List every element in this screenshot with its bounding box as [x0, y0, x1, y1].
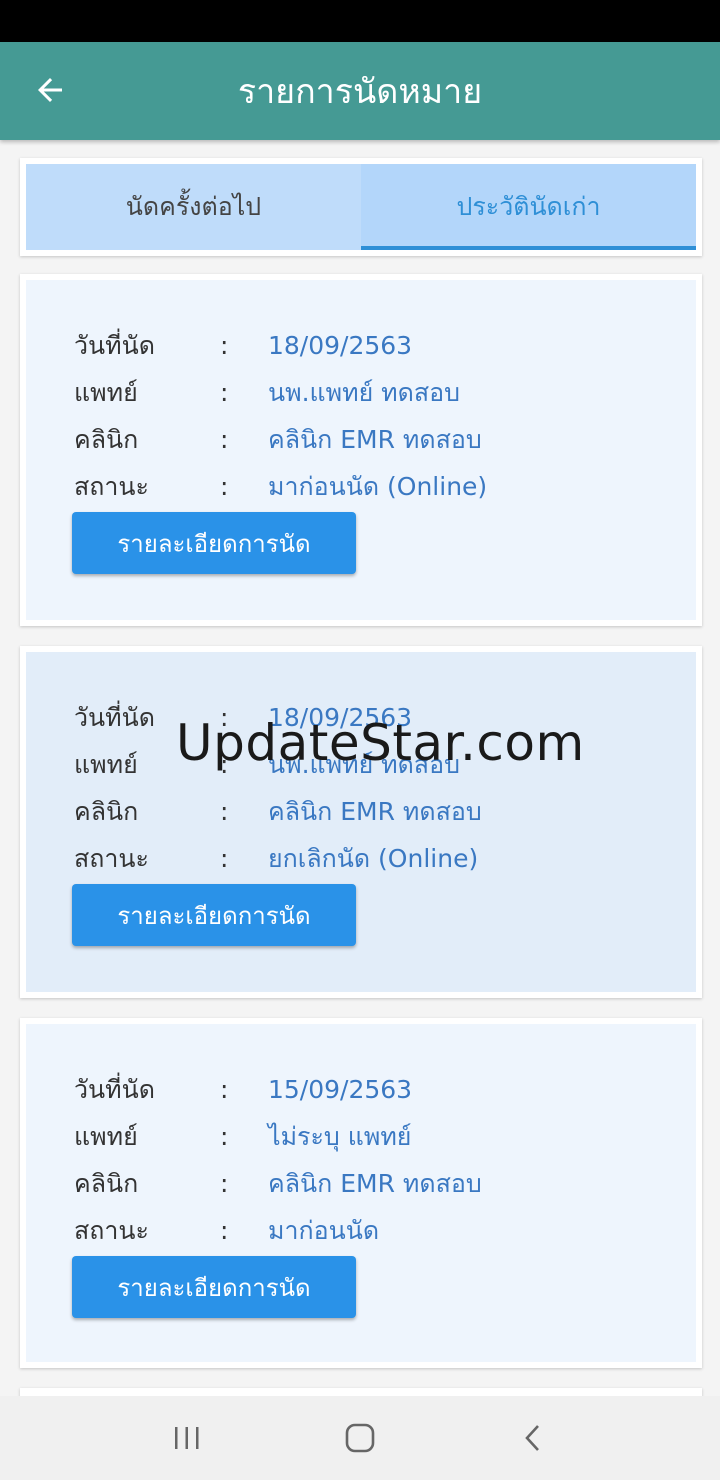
clinic-label: คลินิก [74, 1168, 139, 1198]
status-value: มาก่อนนัด (Online) [268, 471, 488, 501]
status-label: สถานะ [74, 843, 149, 873]
date-row: วันที่นัด : 18/09/2563 [74, 322, 696, 369]
recents-button[interactable] [157, 1408, 217, 1468]
recents-icon [174, 1427, 199, 1449]
arrow-left-icon [38, 78, 62, 102]
clinic-label: คลินิก [74, 796, 139, 826]
status-row: สถานะ : มาก่อนนัด (Online) [74, 463, 696, 510]
status-value: มาก่อนนัด [268, 1215, 380, 1245]
app-bar: รายการนัดหมาย [0, 42, 720, 140]
status-row: สถานะ : มาก่อนนัด [74, 1207, 696, 1254]
clinic-value: คลินิก EMR ทดสอบ [268, 796, 482, 826]
date-label: วันที่นัด [74, 330, 155, 360]
doctor-row: แพทย์ : นพ.แพทย์ ทดสอบ [74, 369, 696, 416]
separator: : [220, 1216, 229, 1245]
separator: : [220, 331, 229, 360]
appointment-detail-button[interactable]: รายละเอียดการนัด [72, 1256, 356, 1318]
doctor-value: นพ.แพทย์ ทดสอบ [268, 377, 461, 407]
separator: : [220, 472, 229, 501]
date-label: วันที่นัด [74, 1074, 155, 1104]
tab-upcoming[interactable]: นัดครั้งต่อไป [26, 164, 361, 250]
clinic-row: คลินิก : คลินิก EMR ทดสอบ [74, 416, 696, 463]
date-row: วันที่นัด : 15/09/2563 [74, 1066, 696, 1113]
separator: : [220, 425, 229, 454]
separator: : [220, 844, 229, 873]
tab-history[interactable]: ประวัตินัดเก่า [361, 164, 696, 250]
status-label: สถานะ [74, 1215, 149, 1245]
home-icon [345, 1423, 375, 1453]
chevron-left-icon [525, 1425, 540, 1451]
status-bar [0, 0, 720, 42]
appointment-detail-button[interactable]: รายละเอียดการนัด [72, 884, 356, 946]
page-title: รายการนัดหมาย [237, 72, 483, 112]
separator: : [220, 797, 229, 826]
date-value: 15/09/2563 [268, 1075, 413, 1104]
clinic-row: คลินิก : คลินิก EMR ทดสอบ [74, 1160, 696, 1207]
appointment-card: วันที่นัด : 15/09/2563 แพทย์ : ไม่ระบุ แ… [20, 1018, 702, 1368]
appointment-card: วันที่นัด : 18/09/2563 แพทย์ : นพ.แพทย์ … [20, 646, 702, 998]
tab-bar: นัดครั้งต่อไป ประวัตินัดเก่า [20, 158, 702, 256]
separator: : [220, 378, 229, 407]
status-label: สถานะ [74, 471, 149, 501]
doctor-row: แพทย์ : ไม่ระบุ แพทย์ [74, 1113, 696, 1160]
separator: : [220, 1169, 229, 1198]
separator: : [220, 1075, 229, 1104]
clinic-value: คลินิก EMR ทดสอบ [268, 424, 482, 454]
watermark: UpdateStar.com [176, 714, 585, 772]
status-row: สถานะ : ยกเลิกนัด (Online) [74, 835, 696, 882]
clinic-row: คลินิก : คลินิก EMR ทดสอบ [74, 788, 696, 835]
back-button[interactable] [26, 66, 74, 114]
system-back-button[interactable] [503, 1408, 563, 1468]
clinic-label: คลินิก [74, 424, 139, 454]
status-value: ยกเลิกนัด (Online) [268, 843, 479, 873]
date-value: 18/09/2563 [268, 331, 413, 360]
doctor-value: ไม่ระบุ แพทย์ [268, 1121, 412, 1151]
system-nav-bar [0, 1396, 720, 1480]
separator: : [220, 1122, 229, 1151]
appointment-card: วันที่นัด : 18/09/2563 แพทย์ : นพ.แพทย์ … [20, 274, 702, 626]
clinic-value: คลินิก EMR ทดสอบ [268, 1168, 482, 1198]
home-button[interactable] [330, 1408, 390, 1468]
appointment-detail-button[interactable]: รายละเอียดการนัด [72, 512, 356, 574]
doctor-label: แพทย์ [74, 377, 138, 407]
doctor-label: แพทย์ [74, 1121, 138, 1151]
